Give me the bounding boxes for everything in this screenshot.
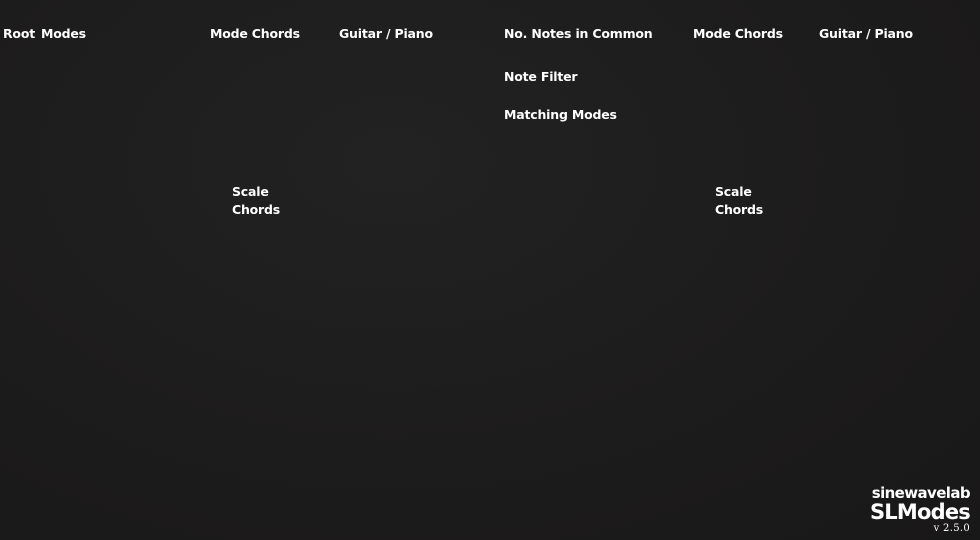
right-mode-chords-header: Mode Chords <box>693 26 783 41</box>
note-filter-header: Note Filter <box>504 69 578 84</box>
brand-company: sinewavelab <box>871 484 971 502</box>
right-guitar-piano-header: Guitar / Piano <box>819 26 913 41</box>
left-scale-chords-line1: Scale <box>232 184 269 199</box>
notes-in-common-header: No. Notes in Common <box>504 26 653 41</box>
left-guitar-piano-header: Guitar / Piano <box>339 26 433 41</box>
brand-product: SLModes <box>869 500 971 524</box>
modes-header: Modes <box>41 26 86 41</box>
left-mode-chords-header: Mode Chords <box>210 26 300 41</box>
left-scale-chords-label: Scale Chords <box>232 183 292 219</box>
left-scale-chords-line2: Chords <box>232 202 281 217</box>
right-scale-chords-label: Scale Chords <box>715 183 775 219</box>
right-scale-chords-line1: Scale <box>715 184 752 199</box>
brand-version: v 2.5.0 <box>933 523 970 534</box>
matching-modes-header: Matching Modes <box>504 107 617 122</box>
brand-logo: sinewavelab SLModes v 2.5.0 <box>869 484 971 534</box>
root-header: Root <box>3 26 35 41</box>
right-scale-chords-line2: Chords <box>715 202 764 217</box>
